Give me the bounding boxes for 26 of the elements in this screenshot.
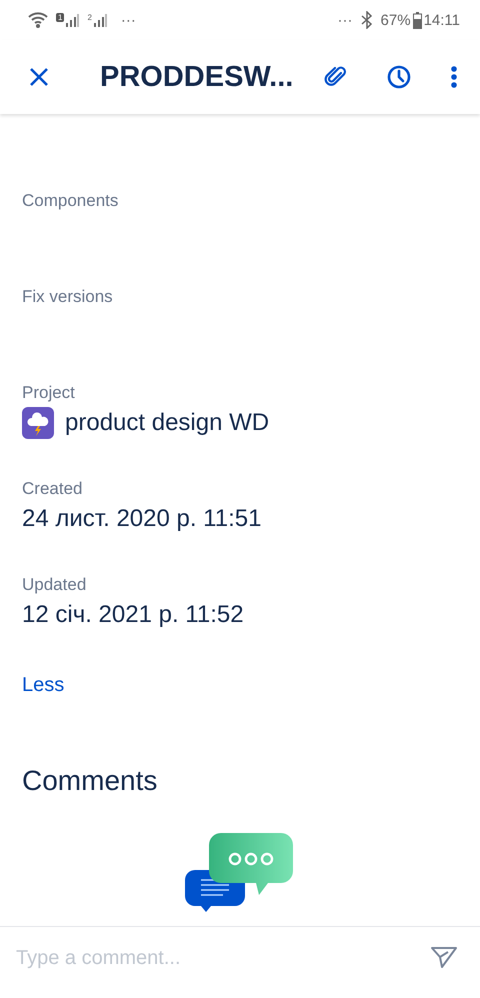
less-link[interactable]: Less: [22, 674, 64, 697]
notification-more: ···: [120, 12, 136, 28]
field-label: Project: [22, 382, 76, 404]
issue-key-title: PRODDESW...: [100, 60, 294, 94]
field-value: product design WD: [65, 409, 270, 437]
field-label: Created: [22, 478, 84, 500]
field-value: 12 січ. 2021 р. 11:52: [22, 601, 244, 629]
field-value: 24 лист. 2020 р. 11:51: [22, 505, 262, 533]
comments-heading: Comments: [22, 765, 158, 797]
comment-input-field[interactable]: Type a comment...: [14, 946, 426, 971]
signal-icon: [92, 13, 107, 27]
sim-number: 2: [87, 13, 92, 22]
send-icon[interactable]: [430, 945, 458, 969]
clock-time: 14:11: [424, 12, 460, 28]
notification-more: ···: [338, 12, 353, 28]
sim-number: 1: [56, 13, 64, 22]
battery-percent: 67%: [380, 12, 411, 28]
field-label: Components: [22, 190, 120, 212]
battery-icon: [412, 12, 422, 28]
field-label: Updated: [22, 574, 88, 596]
field-label: Fix versions: [22, 286, 114, 308]
menu-icon[interactable]: [450, 65, 458, 89]
project-avatar-icon: [22, 407, 54, 439]
signal-icon: [65, 13, 80, 27]
wifi-icon: [28, 11, 48, 29]
bluetooth-icon: [360, 11, 373, 29]
